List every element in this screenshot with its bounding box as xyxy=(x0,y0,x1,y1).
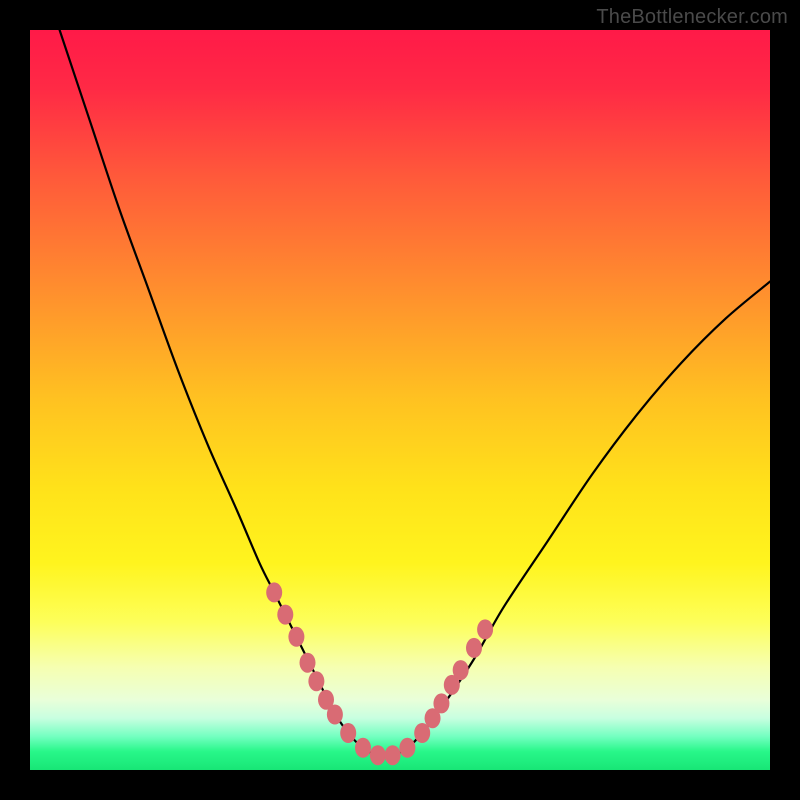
marker-point xyxy=(288,627,304,647)
curve-layer xyxy=(30,30,770,770)
plot-area xyxy=(30,30,770,770)
watermark-text: TheBottlenecker.com xyxy=(596,6,788,29)
marker-point xyxy=(453,660,469,680)
marker-point xyxy=(399,738,415,758)
marker-point xyxy=(308,671,324,691)
highlight-markers xyxy=(266,582,493,765)
marker-point xyxy=(355,738,371,758)
marker-point xyxy=(385,745,401,765)
marker-point xyxy=(477,619,493,639)
marker-point xyxy=(433,693,449,713)
marker-point xyxy=(370,745,386,765)
marker-point xyxy=(266,582,282,602)
marker-point xyxy=(300,653,316,673)
bottleneck-curve xyxy=(60,30,770,756)
chart-stage: TheBottlenecker.com xyxy=(0,0,800,800)
marker-point xyxy=(327,705,343,725)
marker-point xyxy=(466,638,482,658)
marker-point xyxy=(340,723,356,743)
marker-point xyxy=(277,605,293,625)
